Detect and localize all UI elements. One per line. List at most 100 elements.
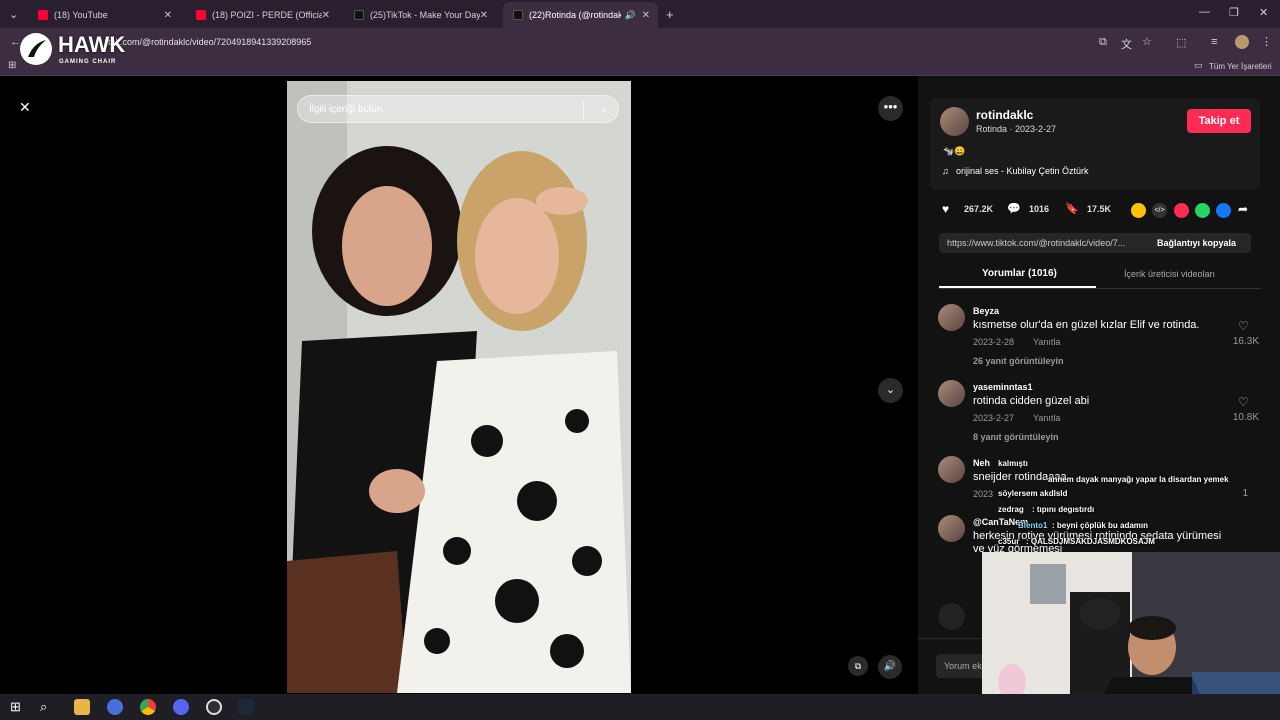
tab-label: (22)Rotinda (@rotindaklc) | <box>529 10 621 20</box>
close-icon[interactable]: ✕ <box>642 10 650 21</box>
hawk-logo-icon <box>20 33 52 65</box>
music-note-icon: ♫ <box>942 166 949 176</box>
tab-label: (18) POIZI - PERDE (Official Vid <box>212 10 322 20</box>
related-search-box[interactable]: İlgili içeriği bulun ⌕ <box>297 95 619 123</box>
search-placeholder: İlgili içeriği bulun <box>309 104 383 115</box>
reply-button[interactable]: Yanıtla <box>1033 413 1060 423</box>
share-arrow-icon[interactable]: ➦ <box>1238 202 1248 216</box>
facebook-icon[interactable] <box>1216 203 1231 218</box>
comment-date: 2023-2-27 <box>973 413 1015 423</box>
comment-text: rotinda cidden güzel abi <box>973 395 1090 407</box>
tab-youtube-poizi[interactable]: (18) POIZI - PERDE (Official Vid ✕ <box>186 4 338 26</box>
comment-like-count: 10.8K <box>1232 412 1259 423</box>
folder-icon: ▭ <box>1194 60 1203 70</box>
bookmarks-bar: ⊞ ▭ Tüm Yer İşaretleri <box>0 58 1280 76</box>
comment-date: 2023-2-28 <box>973 337 1015 347</box>
commenter-name[interactable]: yaseminntas1 <box>973 382 1033 392</box>
heart-icon[interactable]: ♡ <box>1238 319 1249 333</box>
close-icon[interactable]: ✕ <box>480 10 488 21</box>
steam-icon[interactable] <box>238 699 254 715</box>
comment-icon[interactable]: 💬 <box>1007 202 1021 215</box>
video-player[interactable]: İlgili içeriği bulun ⌕ <box>287 81 631 693</box>
all-bookmarks-label[interactable]: Tüm Yer İşaretleri <box>1209 62 1272 71</box>
follow-button[interactable]: Takip et <box>1187 109 1251 133</box>
tab-creator-videos[interactable]: İçerik üreticisi videoları <box>1124 269 1215 279</box>
tab-comments[interactable]: Yorumlar (1016) <box>982 268 1057 279</box>
tab-youtube[interactable]: (18) YouTube ✕ <box>28 4 180 26</box>
url-field[interactable]: tok.com/@rotindaklc/video/72049189413392… <box>108 37 311 47</box>
tab-rotinda[interactable]: (22)Rotinda (@rotindaklc) | 🔊 ✕ <box>503 2 658 28</box>
install-icon[interactable]: ⧉ <box>1099 36 1107 49</box>
restore-button[interactable]: ❐ <box>1229 6 1239 19</box>
speaker-icon[interactable]: 🔊 <box>625 10 636 21</box>
extensions-icon[interactable]: ⬚ <box>1176 36 1186 49</box>
search-divider <box>583 100 584 120</box>
commenter-avatar[interactable] <box>938 603 965 630</box>
chat-message: : beyni çöplük bu adamın <box>1052 521 1149 530</box>
browser-tab-bar: ⌄ (18) YouTube ✕ (18) POIZI - PERDE (Off… <box>0 0 1280 28</box>
search-icon[interactable]: ⌕ <box>601 102 608 117</box>
bookmark-star-icon[interactable]: ☆ <box>1142 35 1152 48</box>
windows-start-icon[interactable]: ⊞ <box>10 699 21 715</box>
embed-icon[interactable]: </> <box>1152 203 1167 218</box>
comment-like-count: 1 <box>1242 488 1248 499</box>
menu-icon[interactable]: ⋮ <box>1261 35 1272 48</box>
commenter-name[interactable]: Neh <box>973 458 990 468</box>
tiktok-icon <box>354 10 364 20</box>
commenter-name[interactable]: Beyza <box>973 306 999 316</box>
more-options-icon[interactable]: ••• <box>878 96 903 121</box>
media-icon[interactable]: ≡ <box>1211 36 1217 48</box>
tab-label: (25)TikTok - Make Your Day <box>370 10 480 20</box>
profile-avatar[interactable] <box>1235 35 1249 49</box>
apps-icon[interactable]: ⊞ <box>8 60 16 71</box>
whatsapp-icon[interactable] <box>1195 203 1210 218</box>
file-explorer-icon[interactable] <box>74 699 90 715</box>
search-icon[interactable]: ⌕ <box>40 699 47 715</box>
comment-date: 2023 <box>973 489 994 499</box>
chat-message: : tıpını degıstırdı <box>1032 505 1095 514</box>
tiktok-icon <box>513 10 523 20</box>
author-avatar[interactable] <box>940 107 969 136</box>
close-icon[interactable]: ✕ <box>322 10 330 21</box>
new-tab-button[interactable]: + <box>666 7 674 22</box>
author-username[interactable]: rotindaklc <box>976 108 1033 122</box>
commenter-avatar[interactable] <box>938 304 965 331</box>
coin-share-icon[interactable] <box>1131 203 1146 218</box>
like-icon[interactable]: ♥ <box>942 202 949 216</box>
view-replies-button[interactable]: 8 yanıt görüntüleyin <box>973 432 1059 442</box>
close-window-button[interactable]: ✕ <box>1259 6 1268 19</box>
discord-icon[interactable] <box>173 699 189 715</box>
comment-like-count: 16.3K <box>1232 336 1259 347</box>
commenter-avatar[interactable] <box>938 456 965 483</box>
bookmark-icon[interactable]: 🔖 <box>1065 202 1079 215</box>
heart-icon[interactable]: ♡ <box>1238 395 1249 409</box>
commenter-avatar[interactable] <box>938 380 965 407</box>
youtube-icon <box>196 10 206 20</box>
app-icon[interactable] <box>107 699 123 715</box>
reply-button[interactable]: Yanıtla <box>1033 337 1060 347</box>
sound-name[interactable]: orijinal ses - Kubilay Çetin Öztürk <box>956 166 1089 176</box>
volume-icon[interactable]: 🔊 <box>878 655 902 679</box>
emoji-caption: 🐄😄 <box>943 146 966 156</box>
next-video-icon[interactable]: ⌄ <box>878 378 903 403</box>
commenter-avatar[interactable] <box>938 515 965 542</box>
video-link: https://www.tiktok.com/@rotindaklc/video… <box>947 238 1126 248</box>
chat-message: kalmıştı <box>998 459 1028 468</box>
minimize-button[interactable]: — <box>1199 6 1210 18</box>
taskbar: ⊞ ⌕ <box>0 694 1280 720</box>
send-icon[interactable] <box>1174 203 1189 218</box>
obs-icon[interactable] <box>206 699 222 715</box>
chrome-icon[interactable] <box>140 699 156 715</box>
picture-in-picture-icon[interactable]: ⧉ <box>848 656 868 676</box>
tab-tiktok[interactable]: (25)TikTok - Make Your Day ✕ <box>344 4 496 26</box>
youtube-icon <box>38 10 48 20</box>
tab-search-icon[interactable]: ⌄ <box>9 8 18 21</box>
translate-icon[interactable]: 文 <box>1121 36 1132 52</box>
like-count: 267.2K <box>964 204 994 214</box>
close-video-icon[interactable]: ✕ <box>19 99 31 116</box>
close-icon[interactable]: ✕ <box>164 10 172 21</box>
chat-message: annem dayak manyağı yapar la disardan ye… <box>1048 475 1229 484</box>
copy-link-button[interactable]: Bağlantıyı kopyala <box>1157 238 1236 248</box>
view-replies-button[interactable]: 26 yanıt görüntüleyin <box>973 356 1064 366</box>
logo-tagline: GAMING CHAIR <box>59 59 117 65</box>
